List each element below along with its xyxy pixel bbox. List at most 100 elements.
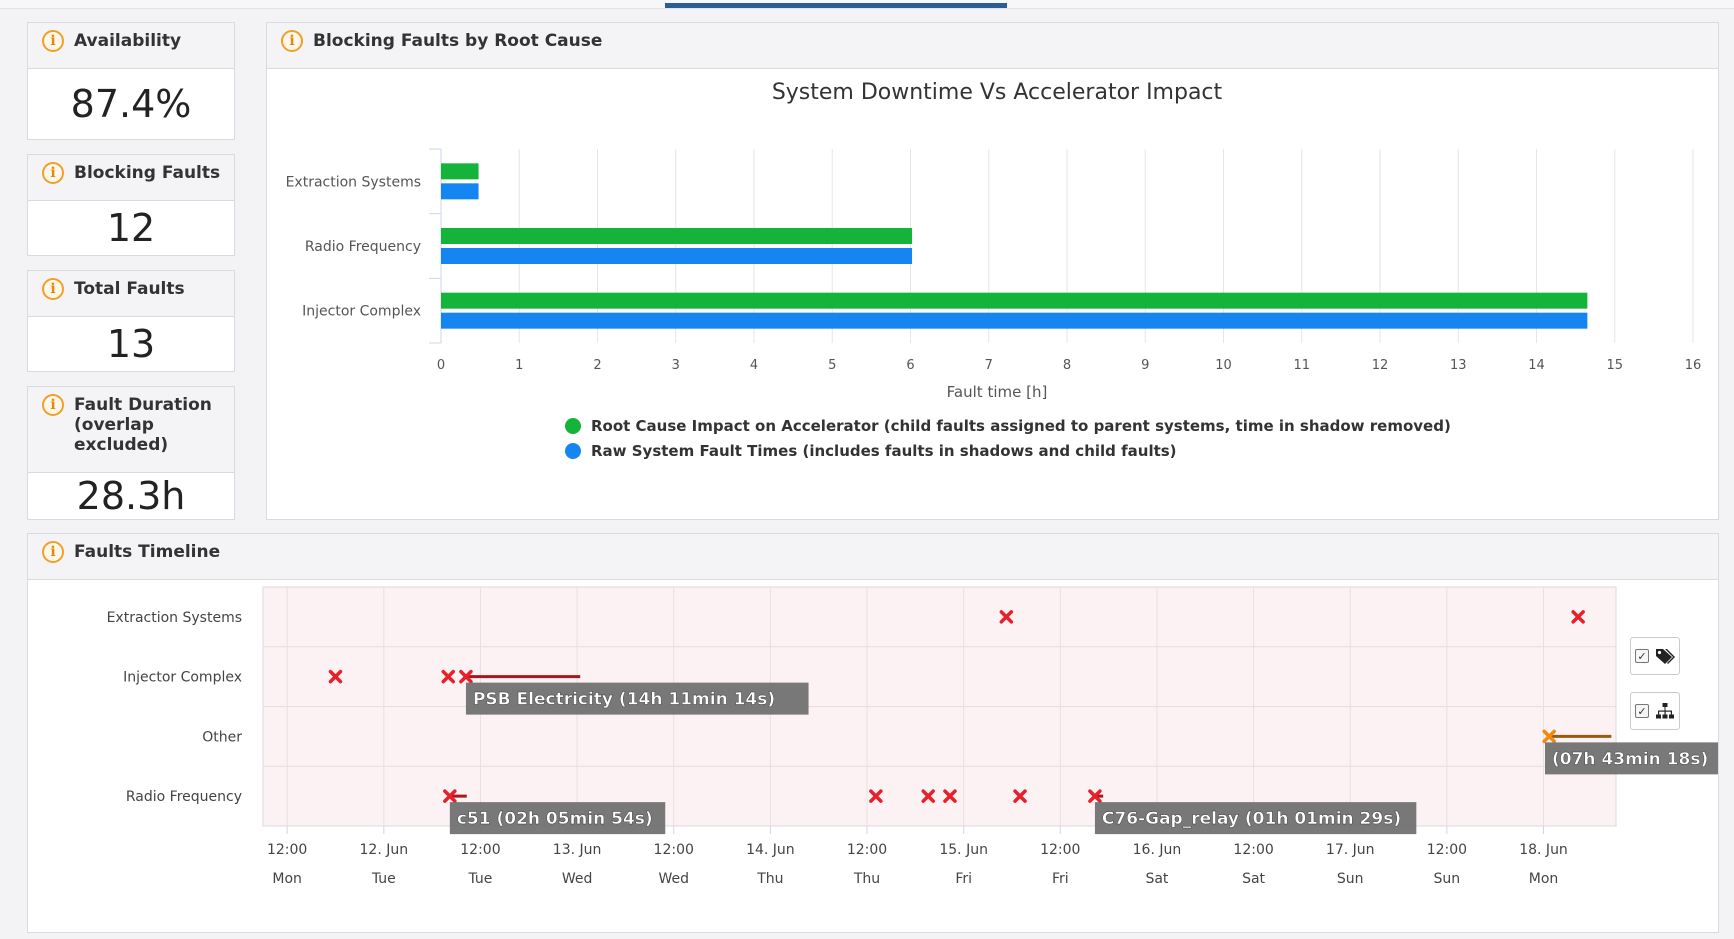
fault-label-text: c51 (02h 05min 54s) — [457, 809, 653, 829]
fault-duration-card: i Fault Duration (overlap excluded) 28.3… — [27, 386, 235, 520]
card-title: Total Faults — [74, 279, 185, 299]
x-tick-sublabel: Mon — [272, 871, 302, 887]
panel-title: Faults Timeline — [74, 542, 221, 562]
toggle-labels-button[interactable]: ✓ — [1630, 637, 1680, 675]
card-title: Fault Duration (overlap excluded) — [74, 395, 212, 455]
bar-root-cause — [441, 228, 913, 244]
x-tick-sublabel: Thu — [756, 871, 783, 887]
fault-label: C76-Gap_relay (01h 01min 29s) — [1094, 802, 1417, 835]
x-axis-label: Fault time [h] — [947, 383, 1048, 401]
x-tick-label: 12:00 — [654, 842, 694, 858]
x-tick-label: 18. Jun — [1519, 842, 1568, 858]
x-tick-label: 12. Jun — [360, 842, 409, 858]
blocking-faults-card: i Blocking Faults 12 — [27, 154, 235, 256]
active-tab-indicator[interactable] — [665, 3, 1007, 8]
faults-timeline-chart: 12:00 Mon 12. Jun Tue 12:00 Tue 13. Jun Wed 12:0… — [107, 586, 1718, 887]
blocking-faults-header: i Blocking Faults — [28, 155, 234, 201]
x-tick-sublabel: Thu — [853, 871, 880, 887]
x-tick-label: 12:00 — [1233, 842, 1273, 858]
x-tick-label: 11 — [1293, 358, 1310, 373]
x-tick-label: 5 — [828, 358, 836, 373]
x-tick-label: 9 — [1141, 358, 1149, 373]
checkbox-icon[interactable]: ✓ — [1635, 649, 1649, 663]
x-tick-label: 16 — [1685, 358, 1702, 373]
availability-header: i Availability — [28, 23, 234, 69]
bar-raw-fault — [441, 312, 1588, 329]
category-label: Extraction Systems — [286, 174, 421, 190]
availability-value: 87.4% — [70, 82, 192, 126]
x-tick-sublabel: Sat — [1145, 871, 1168, 887]
legend-item: Root Cause Impact on Accelerator (child … — [591, 417, 1451, 435]
bar-root-cause — [441, 292, 1588, 309]
x-tick-label: 2 — [593, 358, 601, 373]
x-tick-label: 12:00 — [847, 842, 887, 858]
x-tick-sublabel: Tue — [371, 871, 396, 887]
x-tick-sublabel: Fri — [955, 871, 972, 887]
x-tick-label: 16. Jun — [1133, 842, 1182, 858]
x-tick-label: 1 — [515, 358, 523, 373]
bar-raw-fault — [441, 183, 479, 200]
bar-raw-fault — [441, 248, 913, 264]
faults-timeline-panel: i Faults Timeline 12:00 Mon 12. Jun Tue 12:0… — [27, 533, 1719, 933]
x-tick-sublabel: Sun — [1434, 871, 1461, 887]
fault-label: PSB Electricity (14h 11min 14s) — [465, 682, 809, 715]
info-icon[interactable]: i — [42, 541, 64, 563]
legend-item: Raw System Fault Times (includes faults … — [591, 442, 1177, 460]
x-tick-label: 12:00 — [1427, 842, 1467, 858]
x-tick-sublabel: Wed — [562, 871, 593, 887]
x-tick-sublabel: Sun — [1337, 871, 1364, 887]
fault-label-text: PSB Electricity (14h 11min 14s) — [473, 690, 775, 710]
category-label: Other — [202, 729, 242, 745]
x-tick-label: 14 — [1528, 358, 1545, 373]
category-label: Injector Complex — [123, 670, 242, 686]
x-tick-label: 17. Jun — [1326, 842, 1375, 858]
x-tick-label: 13 — [1450, 358, 1467, 373]
info-icon[interactable]: i — [281, 30, 303, 52]
legend-marker — [565, 443, 581, 459]
category-label: Injector Complex — [302, 304, 421, 320]
blocking-faults-value: 12 — [106, 206, 156, 250]
x-tick-label: 8 — [1063, 358, 1071, 373]
x-tick-label: 4 — [750, 358, 758, 373]
downtime-bar-chart: System Downtime Vs Accelerator Impact0 1 2… — [286, 80, 1702, 460]
info-icon[interactable]: i — [42, 162, 64, 184]
bar-root-cause — [441, 163, 479, 180]
x-tick-sublabel: Sat — [1242, 871, 1265, 887]
checkbox-icon[interactable]: ✓ — [1635, 704, 1649, 718]
info-icon[interactable]: i — [42, 394, 64, 416]
availability-card: i Availability 87.4% — [27, 22, 235, 140]
category-label: Radio Frequency — [305, 239, 421, 255]
category-label: Extraction Systems — [107, 610, 242, 626]
card-title: Availability — [74, 31, 182, 51]
x-tick-label: 12:00 — [1040, 842, 1080, 858]
x-tick-sublabel: Mon — [1529, 871, 1559, 887]
legend-marker — [565, 418, 581, 434]
x-tick-label: 7 — [985, 358, 993, 373]
blocking-faults-panel-header: i Blocking Faults by Root Cause — [267, 23, 1718, 69]
info-icon[interactable]: i — [42, 278, 64, 300]
fault-label: (07h 43min 18s) — [1545, 742, 1718, 775]
fault-label: c51 (02h 05min 54s) — [449, 802, 666, 835]
x-tick-sublabel: Fri — [1052, 871, 1069, 887]
total-faults-value: 13 — [106, 322, 156, 366]
x-tick-label: 6 — [906, 358, 914, 373]
tags-icon — [1656, 649, 1675, 664]
toggle-hierarchy-button[interactable]: ✓ — [1630, 692, 1680, 730]
fault-label-text: C76-Gap_relay (01h 01min 29s) — [1102, 809, 1401, 829]
category-label: Radio Frequency — [126, 789, 242, 805]
x-tick-sublabel: Wed — [658, 871, 689, 887]
chart-title: System Downtime Vs Accelerator Impact — [772, 80, 1223, 105]
faults-timeline-header: i Faults Timeline — [28, 534, 1718, 580]
x-tick-label: 15. Jun — [939, 842, 988, 858]
x-tick-sublabel: Tue — [467, 871, 492, 887]
blocking-faults-panel: i Blocking Faults by Root Cause System D… — [266, 22, 1719, 520]
total-faults-card: i Total Faults 13 — [27, 270, 235, 372]
total-faults-header: i Total Faults — [28, 271, 234, 317]
panel-title: Blocking Faults by Root Cause — [313, 31, 603, 51]
x-tick-label: 14. Jun — [746, 842, 795, 858]
info-icon[interactable]: i — [42, 30, 64, 52]
fault-duration-value: 28.3h — [76, 474, 186, 518]
x-tick-label: 13. Jun — [553, 842, 602, 858]
x-tick-label: 12 — [1372, 358, 1389, 373]
fault-duration-header: i Fault Duration (overlap excluded) — [28, 387, 234, 473]
